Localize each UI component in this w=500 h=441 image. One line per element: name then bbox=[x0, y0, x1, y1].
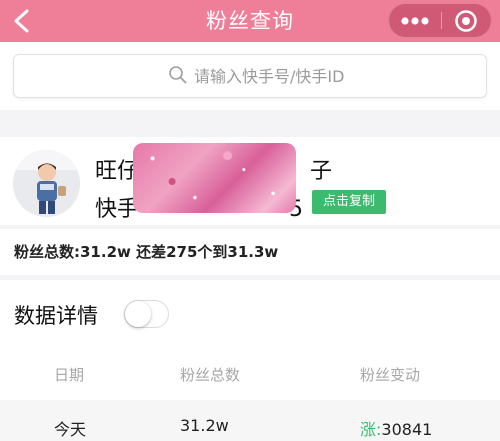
column-header-date: 日期 bbox=[54, 366, 85, 384]
search-icon bbox=[168, 65, 188, 85]
profile-card: 旺仔子 快手 5 点击复制 bbox=[0, 137, 500, 225]
more-dots-icon[interactable] bbox=[389, 4, 441, 37]
summary-text: 粉丝总数:31.2w 还差275个到31.3w bbox=[14, 243, 279, 261]
table-row: 今天 31.2w 涨:30841 bbox=[0, 400, 500, 441]
search-box[interactable] bbox=[13, 54, 487, 98]
details-toggle[interactable] bbox=[124, 300, 169, 328]
row-date: 今天 bbox=[54, 420, 87, 439]
search-input[interactable] bbox=[194, 63, 454, 89]
navbar: 粉丝查询 bbox=[0, 0, 500, 42]
row-change-value: 30841 bbox=[381, 420, 433, 439]
follower-summary: 粉丝总数:31.2w 还差275个到31.3w bbox=[0, 229, 500, 275]
account-name-suffix: 子 bbox=[310, 159, 333, 184]
avatar bbox=[13, 150, 80, 217]
column-header-total: 粉丝总数 bbox=[180, 366, 241, 384]
row-total: 31.2w bbox=[180, 416, 229, 435]
data-details-section: 数据详情 日期 粉丝总数 粉丝变动 今天 31.2w 涨:30841 bbox=[0, 280, 500, 441]
table-header: 日期 粉丝总数 粉丝变动 bbox=[0, 358, 500, 388]
row-change-label: 涨: bbox=[360, 420, 382, 439]
copy-button[interactable]: 点击复制 bbox=[312, 190, 386, 214]
column-header-change: 粉丝变动 bbox=[360, 366, 421, 384]
redaction-overlay bbox=[133, 143, 296, 213]
row-change: 涨:30841 bbox=[360, 416, 432, 440]
mini-program-capsule bbox=[388, 3, 492, 38]
details-title: 数据详情 bbox=[14, 304, 98, 328]
close-circle-icon[interactable] bbox=[442, 4, 492, 37]
toggle-knob bbox=[125, 301, 151, 327]
search-section bbox=[0, 42, 500, 110]
